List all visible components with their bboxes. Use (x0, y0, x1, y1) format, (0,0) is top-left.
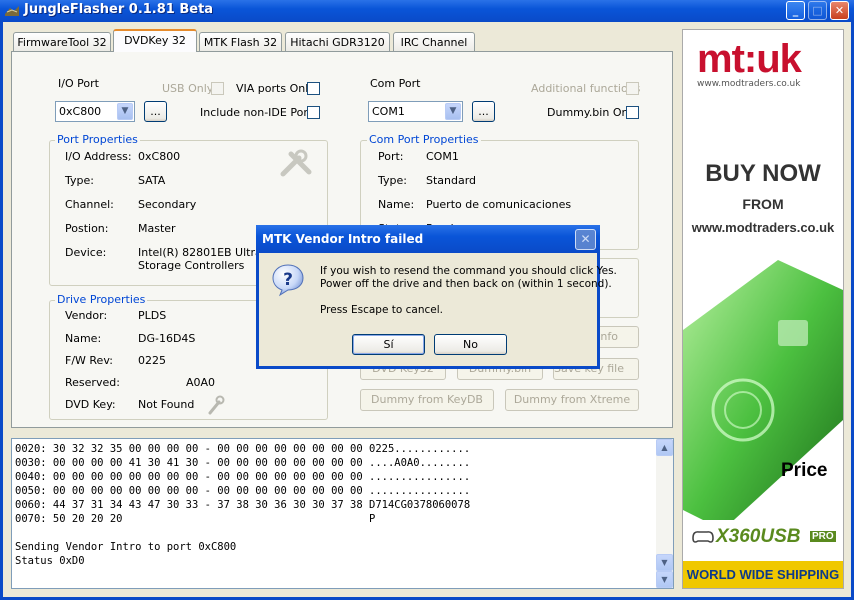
close-button[interactable]: ✕ (830, 1, 849, 20)
include-non-ide-checkbox[interactable] (307, 106, 320, 119)
svg-text:?: ? (283, 270, 293, 290)
tab-dvdkey[interactable]: DVDKey 32 (113, 29, 197, 52)
ad-product-bar: X360USB PRO (683, 520, 843, 556)
io-address-value: 0xC800 (138, 150, 181, 163)
channel-label: Channel: (65, 198, 114, 211)
io-port-value: 0xC800 (59, 105, 102, 118)
device-label: Device: (65, 246, 107, 259)
scroll-up-icon[interactable]: ▲ (656, 439, 673, 456)
vendor-intro-dialog: MTK Vendor Intro failed ✕ ? If you wish … (256, 225, 617, 369)
window-title: JungleFlasher 0.1.81 Beta (24, 2, 214, 17)
com-port-prop-value: COM1 (426, 150, 459, 163)
position-label: Postion: (65, 222, 109, 235)
controller-icon (692, 531, 714, 543)
maximize-button[interactable]: □ (808, 1, 827, 20)
tab-hitachi[interactable]: Hitachi GDR3120 (285, 32, 390, 51)
ad-site: www.modtraders.co.uk (691, 220, 835, 235)
via-ports-only-checkbox[interactable] (307, 82, 320, 95)
additional-functions-checkbox[interactable] (626, 82, 639, 95)
log-text: 0020: 30 32 32 35 00 00 00 00 - 00 00 00… (15, 443, 471, 567)
tools-icon (280, 149, 312, 177)
ad-price: Price (781, 460, 828, 481)
com-port-select[interactable]: COM1 ▼ (368, 101, 463, 122)
additional-functions-label: Additional functions (531, 82, 641, 95)
io-browse-button[interactable]: ... (144, 101, 167, 122)
ad-shipping: WORLD WIDE SHIPPING (683, 561, 843, 588)
port-type-label: Type: (65, 174, 94, 187)
device-value-line2: Storage Controllers (138, 259, 245, 272)
com-port-prop-label: Port: (378, 150, 404, 163)
com-name-value: Puerto de comunicaciones (426, 198, 572, 211)
dvd-key-value: Not Found (138, 398, 195, 411)
port-properties-title: Port Properties (55, 133, 140, 146)
tab-irc-channel[interactable]: IRC Channel (393, 32, 475, 51)
position-value: Master (138, 222, 176, 235)
com-type-label: Type: (378, 174, 407, 187)
io-address-label: I/O Address: (65, 150, 132, 163)
no-button[interactable]: No (434, 334, 507, 355)
ad-product-name: X360USB (716, 526, 801, 547)
dialog-title-bar: MTK Vendor Intro failed ✕ (256, 225, 600, 253)
fw-rev-value: 0225 (138, 354, 166, 367)
drive-properties-title: Drive Properties (55, 293, 148, 306)
question-icon: ? (272, 264, 304, 297)
com-properties-title: Com Port Properties (367, 133, 481, 146)
dialog-message-line1: If you wish to resend the command you sh… (320, 265, 617, 277)
drive-name-value: DG-16D4S (138, 332, 196, 345)
ad-from: FROM (742, 196, 784, 212)
chevron-down-icon: ▼ (117, 103, 133, 120)
reserved-value: A0A0 (186, 376, 216, 389)
dummy-from-xtreme-button[interactable]: Dummy from Xtreme (505, 389, 639, 411)
io-port-select[interactable]: 0xC800 ▼ (55, 101, 135, 122)
ad-brand-url: www.modtraders.co.uk (697, 79, 801, 89)
wrench-icon (208, 395, 225, 415)
title-bar: JungleFlasher 0.1.81 Beta _ □ ✕ (0, 0, 854, 22)
tab-firmwaretool[interactable]: FirmwareTool 32 (13, 32, 111, 51)
app-icon (5, 6, 19, 16)
scroll-down-icon[interactable]: ▼ (656, 554, 673, 571)
dialog-message-line2: Power off the drive and then back on (wi… (320, 278, 612, 290)
ad-buy-now: BUY NOW (705, 160, 821, 187)
minimize-button[interactable]: _ (786, 1, 805, 20)
fw-rev-label: F/W Rev: (65, 354, 113, 367)
vendor-value: PLDS (138, 309, 167, 322)
drive-name-label: Name: (65, 332, 102, 345)
dialog-message-line3: Press Escape to cancel. (320, 304, 443, 316)
usb-only-checkbox[interactable] (211, 82, 224, 95)
com-port-label: Com Port (370, 77, 421, 90)
com-name-label: Name: (378, 198, 415, 211)
chevron-down-icon: ▼ (445, 103, 461, 120)
dummy-bin-only-checkbox[interactable] (626, 106, 639, 119)
dvd-key-label: DVD Key: (65, 398, 116, 411)
product-image (683, 260, 843, 530)
via-ports-only-label: VIA ports Only (236, 82, 315, 95)
com-port-value: COM1 (372, 105, 405, 118)
com-type-value: Standard (426, 174, 477, 187)
log-scrollbar[interactable]: ▲ ▼ ▼ (656, 439, 673, 588)
include-non-ide-label: Include non-IDE Ports (200, 106, 318, 119)
vendor-label: Vendor: (65, 309, 108, 322)
ad-banner[interactable]: mt:uk www.modtraders.co.uk BUY NOW FROM … (682, 29, 844, 589)
channel-value: Secondary (138, 198, 197, 211)
dialog-title: MTK Vendor Intro failed (262, 232, 424, 246)
ad-brand-logo: mt:uk (697, 37, 802, 81)
io-port-label: I/O Port (58, 77, 99, 90)
port-type-value: SATA (138, 174, 166, 187)
usb-only-label: USB Only (162, 82, 214, 95)
yes-button[interactable]: Sí (352, 334, 425, 355)
dummy-bin-only-label: Dummy.bin Only (547, 106, 639, 119)
log-output[interactable]: 0020: 30 32 32 35 00 00 00 00 - 00 00 00… (11, 438, 674, 589)
dialog-close-button[interactable]: ✕ (575, 229, 596, 250)
scroll-down-end-icon[interactable]: ▼ (656, 571, 673, 588)
com-browse-button[interactable]: ... (472, 101, 495, 122)
reserved-label: Reserved: (65, 376, 120, 389)
ad-product-suffix: PRO (810, 531, 836, 542)
dummy-from-keydb-button[interactable]: Dummy from KeyDB (360, 389, 494, 411)
tab-mtk-flash[interactable]: MTK Flash 32 (199, 32, 282, 51)
